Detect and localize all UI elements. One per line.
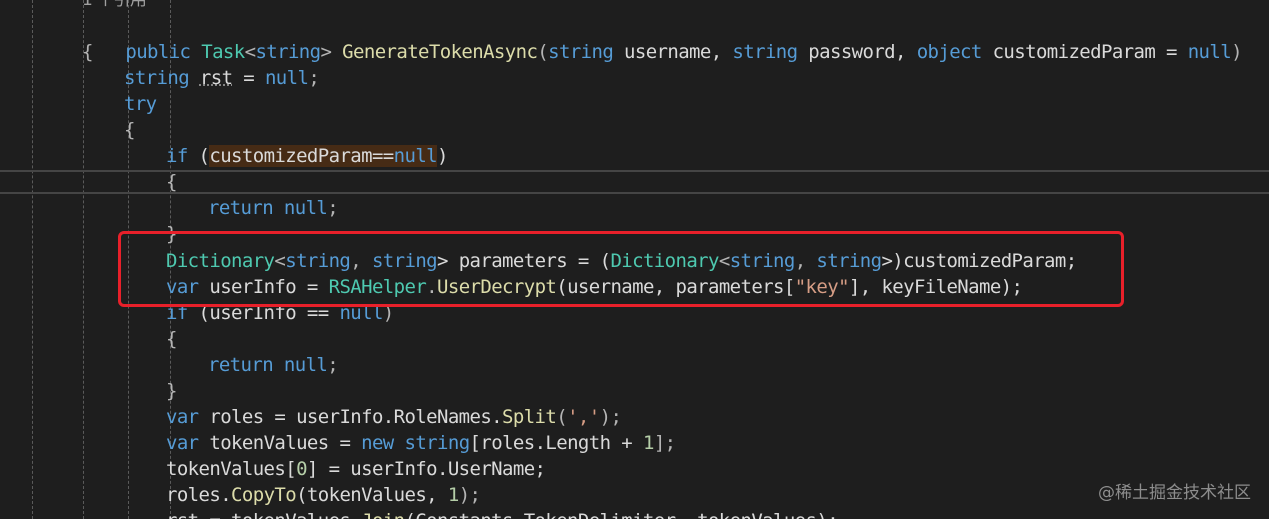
keyword-token: if	[166, 145, 188, 167]
keyword-token: return	[208, 354, 274, 376]
punct-token: );	[599, 406, 622, 428]
code-line-if-customized-param-null[interactable]: if (customizedParam==null)	[166, 143, 448, 169]
punct-token: (	[556, 406, 568, 428]
editor-separator-bottom	[0, 192, 1269, 194]
string-literal-token: ','	[567, 406, 600, 428]
number-literal-token: 1	[642, 432, 654, 454]
code-line-token-values-assign[interactable]: tokenValues[0] = userInfo.UserName;	[166, 456, 546, 482]
brace-token: {	[166, 171, 177, 193]
code-line-try-open-brace[interactable]: {	[124, 117, 135, 143]
keyword-token: null	[283, 354, 328, 376]
variable-rst-token: rst	[199, 67, 233, 89]
punct-token: ;	[327, 354, 339, 376]
keyword-token: object	[916, 41, 983, 63]
editor-separator-top	[0, 170, 1269, 172]
keyword-token: null	[264, 67, 309, 89]
identifier-token: roles.	[166, 484, 232, 506]
code-line-if-open-brace[interactable]: {	[166, 169, 177, 195]
highlighted-expression-token: customizedParam==	[209, 145, 394, 167]
code-line-rst-join[interactable]: rst = tokenValues.Join(Constants.TokenDe…	[166, 508, 839, 519]
keyword-token: new	[361, 432, 394, 454]
juejin-watermark: @稀土掘金技术社区	[1098, 483, 1251, 503]
code-line-token-values-new[interactable]: var tokenValues = new string[roles.Lengt…	[166, 430, 676, 456]
code-line-return-null-1[interactable]: return null;	[208, 195, 339, 221]
code-line-if2-close-brace[interactable]: }	[166, 378, 177, 404]
code-line-if2-open-brace[interactable]: {	[166, 326, 177, 352]
code-line-return-null-2[interactable]: return null;	[208, 352, 339, 378]
punct-token: (	[537, 41, 549, 63]
code-line-rst-declaration[interactable]: string rst = null;	[124, 65, 320, 91]
keyword-token: null	[1187, 41, 1232, 63]
method-name-token: Split	[502, 406, 557, 428]
punct-token: );	[458, 484, 481, 506]
punct-token: )	[1231, 41, 1242, 63]
identifier-token: ] = userInfo.UserName;	[306, 458, 546, 480]
indent-guide-1	[32, 0, 33, 519]
operator-token: =	[232, 67, 265, 89]
keyword-token: string	[732, 41, 798, 63]
identifier-token: roles = userInfo.RoleNames.	[198, 406, 503, 428]
punct-token: <	[244, 41, 256, 63]
number-literal-token: 1	[447, 484, 459, 506]
identifier-token: tokenValues =	[198, 432, 362, 454]
code-line-roles-copyto[interactable]: roles.CopyTo(tokenValues, 1);	[166, 482, 481, 508]
brace-token: }	[166, 380, 177, 402]
identifier-token: (Constants.TokenDelimiter, tokenValues);	[404, 510, 838, 519]
identifier-token: [roles.Length +	[469, 432, 643, 454]
keyword-token: public	[125, 41, 191, 63]
keyword-token: string	[124, 67, 190, 89]
method-name-token: CopyTo	[231, 484, 297, 506]
identifier-token: password,	[797, 41, 917, 63]
method-name-token: Join	[361, 510, 405, 519]
type-token: Task	[201, 41, 245, 63]
keyword-token: var	[166, 406, 199, 428]
punct-token: ;	[308, 67, 320, 89]
identifier-token: username,	[613, 41, 733, 63]
keyword-token: try	[124, 93, 157, 115]
code-line-open-brace[interactable]: {	[82, 39, 93, 65]
brace-token: {	[124, 119, 135, 141]
method-name-token: GenerateTokenAsync	[331, 41, 538, 63]
red-highlight-annotation-box	[118, 231, 1124, 307]
code-line-roles-split[interactable]: var roles = userInfo.RoleNames.Split(','…	[166, 404, 622, 430]
keyword-token: string	[255, 41, 321, 63]
keyword-token: null	[393, 145, 438, 167]
keyword-token: return	[208, 197, 274, 219]
codelens-reference-hint[interactable]: 1 个引用	[82, 0, 147, 13]
keyword-token: var	[166, 432, 199, 454]
identifier-token: customizedParam =	[981, 41, 1188, 63]
keyword-token: string	[404, 432, 471, 454]
punct-token: ];	[653, 432, 676, 454]
punct-token: ;	[327, 197, 339, 219]
code-line-try[interactable]: try	[124, 91, 157, 117]
punct-token: )	[437, 145, 448, 167]
punct-token: (	[187, 145, 210, 167]
brace-token: {	[82, 41, 93, 63]
identifier-token: (tokenValues,	[296, 484, 448, 506]
code-line-method-signature[interactable]: public Task<string> GenerateTokenAsync(s…	[82, 13, 1242, 63]
keyword-token: null	[283, 197, 328, 219]
punct-token: >	[320, 41, 332, 63]
keyword-token: string	[548, 41, 614, 63]
identifier-token: tokenValues[	[166, 458, 297, 480]
brace-token: {	[166, 328, 177, 350]
code-editor[interactable]: 1 个引用 public Task<string> GenerateTokenA…	[0, 0, 1269, 519]
number-literal-token: 0	[296, 458, 307, 480]
identifier-token: rst = tokenValues.	[166, 510, 362, 519]
